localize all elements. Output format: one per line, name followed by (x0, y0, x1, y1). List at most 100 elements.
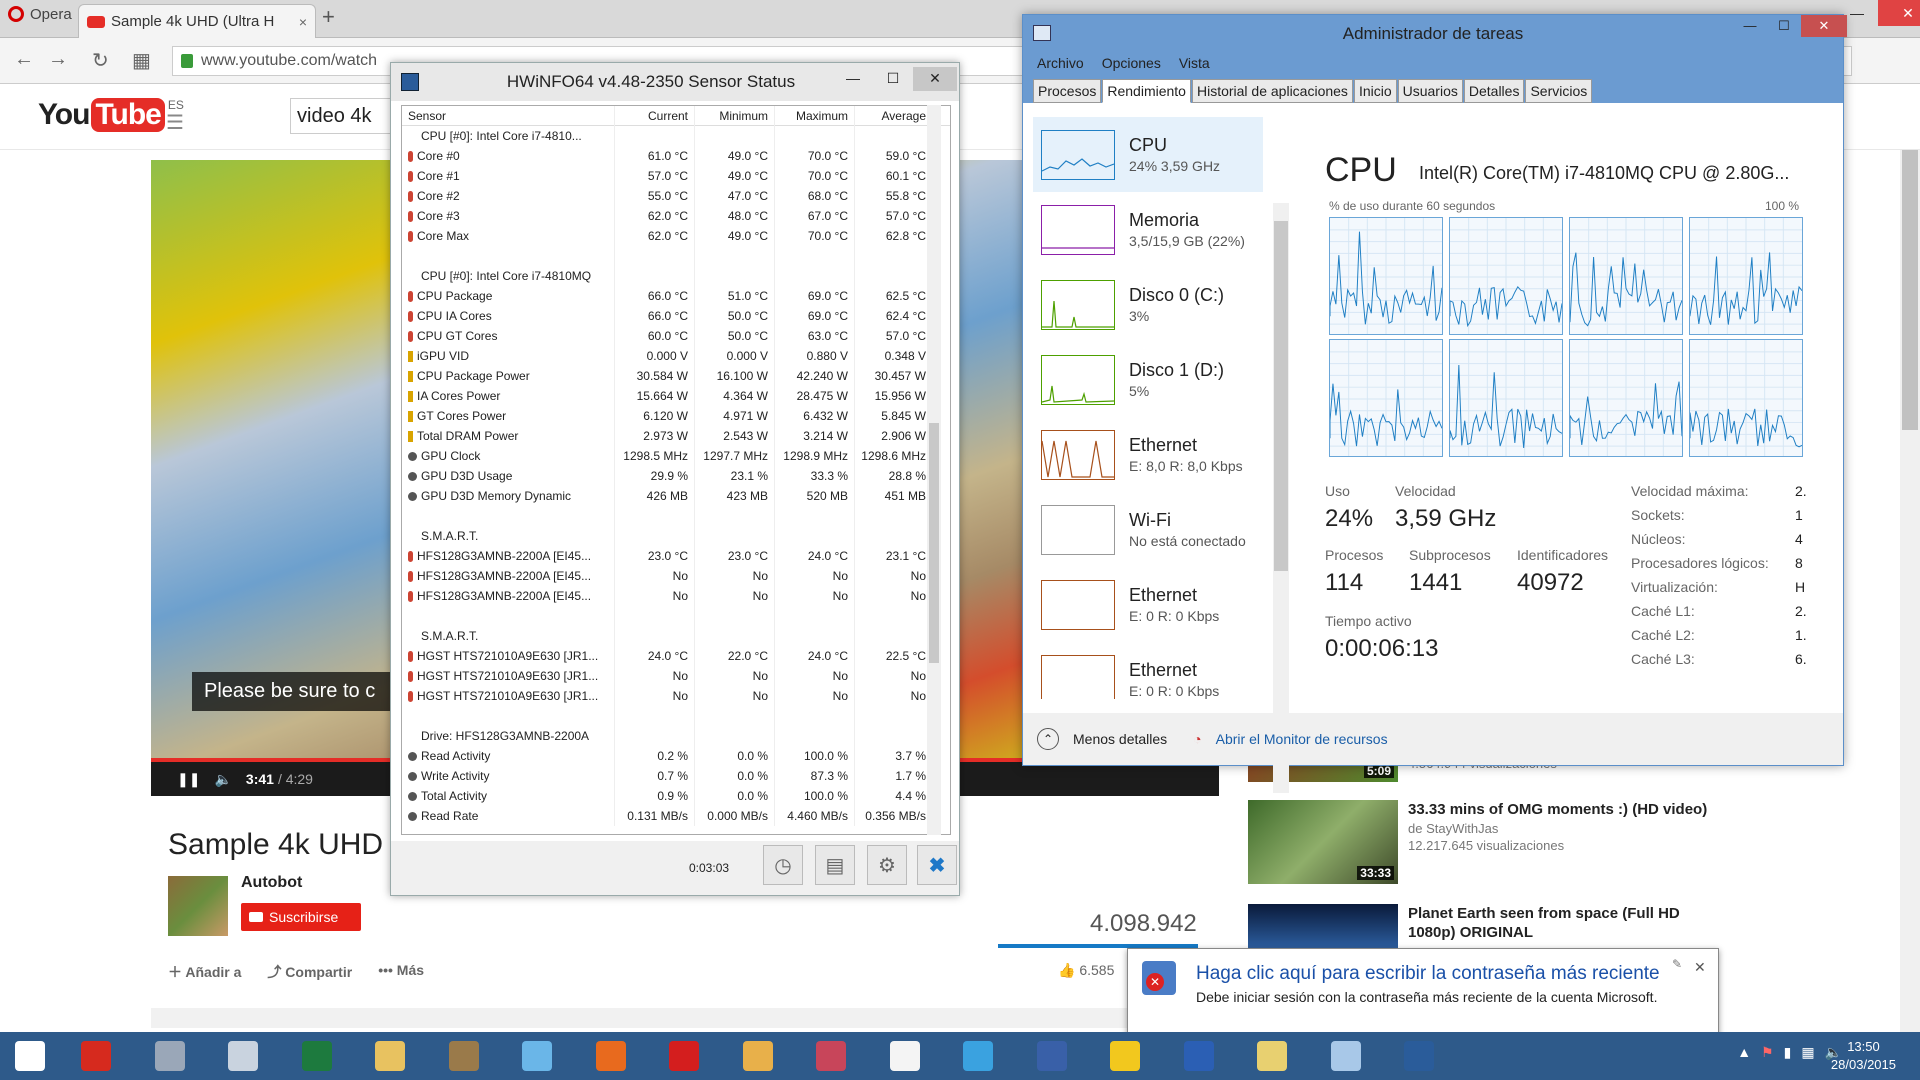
settings-icon[interactable]: ⚙ (867, 845, 907, 885)
taskbar-app-elephant-button[interactable] (144, 1036, 196, 1076)
task-manager-titlebar[interactable]: Administrador de tareas — ☐ ✕ (1023, 15, 1847, 51)
chevron-up-icon[interactable]: ⌃ (1037, 728, 1059, 750)
sensor-row[interactable]: Core #1 57.0 °C 49.0 °C 70.0 °C 60.1 °C (402, 166, 950, 186)
resource-item[interactable]: Ethernet E: 8,0 R: 8,0 Kbps (1033, 417, 1263, 492)
forward-arrow-icon[interactable]: → (48, 48, 68, 71)
hwinfo-titlebar[interactable]: HWiNFO64 v4.48-2350 Sensor Status — ☐ ✕ (391, 63, 959, 101)
taskbar-excel-button[interactable] (291, 1036, 343, 1076)
sensor-row[interactable]: iGPU VID 0.000 V 0.000 V 0.880 V 0.348 V (402, 346, 950, 366)
battery-icon[interactable]: ▮ (1784, 1044, 1792, 1061)
sensor-row[interactable]: HGST HTS721010A9E630 [JR1... No No No No (402, 666, 950, 686)
tab-close-icon[interactable]: × (299, 14, 307, 30)
sensor-row[interactable]: Core #3 62.0 °C 48.0 °C 67.0 °C 57.0 °C (402, 206, 950, 226)
tab-procesos[interactable]: Procesos (1033, 79, 1102, 103)
password-notification[interactable]: ✕ Haga clic aquí para escribir la contra… (1127, 948, 1719, 1038)
subscribe-button[interactable]: Suscribirse (241, 903, 361, 931)
resource-item[interactable]: Wi-Fi No está conectado (1033, 492, 1263, 567)
maximize-icon[interactable]: ☐ (1767, 15, 1801, 37)
tab-historial[interactable]: Historial de aplicaciones (1191, 79, 1353, 103)
taskbar-acrobat-button[interactable] (70, 1036, 122, 1076)
minimize-icon[interactable]: — (1733, 15, 1767, 37)
tab-rendimiento[interactable]: Rendimiento (1102, 79, 1191, 103)
resource-item[interactable]: Disco 0 (C:) 3% (1033, 267, 1263, 342)
opera-menu-button[interactable]: Opera (0, 0, 75, 28)
sensor-row[interactable]: GPU D3D Memory Dynamic 426 MB 423 MB 520 MB… (402, 486, 950, 506)
resource-item[interactable]: Ethernet E: 0 R: 0 Kbps (1033, 567, 1263, 642)
sensor-row[interactable]: Write Activity 0.7 % 0.0 % 87.3 % 1.7 % (402, 766, 950, 786)
notification-title[interactable]: Haga clic aquí para escribir la contrase… (1196, 963, 1660, 985)
show-hidden-icons-icon[interactable]: ▲ (1737, 1044, 1751, 1061)
column-average[interactable]: Average (854, 106, 932, 126)
close-sensors-icon[interactable]: ✖ (917, 845, 957, 885)
taskbar-visio-button[interactable] (1026, 1036, 1078, 1076)
action-center-icon[interactable]: ⚑ (1761, 1044, 1774, 1061)
tab-inicio[interactable]: Inicio (1353, 79, 1397, 103)
taskbar-folder-button[interactable] (1246, 1036, 1298, 1076)
sensor-row[interactable]: Core #2 55.0 °C 47.0 °C 68.0 °C 55.8 °C (402, 186, 950, 206)
sensor-row[interactable]: GT Cores Power 6.120 W 4.971 W 6.432 W 5.845… (402, 406, 950, 426)
taskbar-network-app-button[interactable] (511, 1036, 563, 1076)
reload-icon[interactable]: ↻ (92, 48, 109, 73)
close-icon[interactable]: ✕ (1878, 0, 1920, 26)
close-icon[interactable]: ✕ (913, 67, 957, 91)
new-tab-button[interactable]: + (322, 4, 335, 30)
guide-menu-icon[interactable]: ☰ (166, 110, 184, 135)
share-button[interactable]: ⤴ Compartir (267, 962, 352, 982)
taskbar-telegram-button[interactable] (952, 1036, 1004, 1076)
taskbar-word-button[interactable] (1173, 1036, 1225, 1076)
taskbar-explorer-button[interactable] (364, 1036, 416, 1076)
sensor-row[interactable]: HFS128G3AMNB-2200A [EI45... No No No No (402, 586, 950, 606)
sensor-row[interactable]: Total Activity 0.9 % 0.0 % 100.0 % 4.4 % (402, 786, 950, 806)
column-current[interactable]: Current (614, 106, 694, 126)
taskbar-hwinfo-app-button[interactable] (1393, 1036, 1445, 1076)
taskbar-firefox-button[interactable] (585, 1036, 637, 1076)
minimize-icon[interactable]: — (833, 67, 873, 91)
tab-servicios[interactable]: Servicios (1525, 79, 1593, 103)
taskbar-disc-button[interactable] (438, 1036, 490, 1076)
sensor-row[interactable]: GPU Clock 1298.5 MHz 1297.7 MHz 1298.9 MHz 1… (402, 446, 950, 466)
sensor-row[interactable]: CPU Package 66.0 °C 51.0 °C 69.0 °C 62.5 °C (402, 286, 950, 306)
sensor-row[interactable]: HGST HTS721010A9E630 [JR1... No No No No (402, 686, 950, 706)
page-scrollbar-thumb[interactable] (1902, 120, 1918, 430)
channel-name[interactable]: Autobot (241, 874, 302, 892)
resource-item[interactable]: Disco 1 (D:) 5% (1033, 342, 1263, 417)
back-arrow-icon[interactable]: ← (14, 48, 34, 71)
taskbar-paint-button[interactable] (732, 1036, 784, 1076)
sensor-row[interactable]: CPU Package Power 30.584 W 16.100 W 42.240 … (402, 366, 950, 386)
taskbar-sticky-button[interactable] (1099, 1036, 1151, 1076)
channel-avatar[interactable] (168, 876, 228, 936)
sensor-row[interactable]: CPU [#0]: Intel Core i7-4810MQ (402, 266, 950, 286)
sensor-row[interactable]: CPU [#0]: Intel Core i7-4810... (402, 126, 950, 146)
resource-item[interactable]: CPU 24% 3,59 GHz (1033, 117, 1263, 192)
sensor-row[interactable]: S.M.A.R.T. (402, 526, 950, 546)
volume-icon[interactable]: 🔈 (214, 771, 231, 788)
taskbar-taskmgr-app-button[interactable] (1320, 1036, 1372, 1076)
sensor-row[interactable]: IA Cores Power 15.664 W 4.364 W 28.475 W 15.… (402, 386, 950, 406)
taskbar-opera-button[interactable] (658, 1036, 710, 1076)
pin-icon[interactable]: ✎ (1672, 957, 1682, 971)
pause-icon[interactable]: ❚❚ (177, 771, 200, 788)
network-icon[interactable]: ▦ (1801, 1044, 1814, 1061)
resource-item[interactable]: Memoria 3,5/15,9 GB (22%) (1033, 192, 1263, 267)
clock[interactable]: 13:50 28/03/2015 (1831, 1038, 1896, 1074)
sensor-row[interactable]: HFS128G3AMNB-2200A [EI45... 23.0 °C 23.0 °… (402, 546, 950, 566)
sensor-row[interactable]: HFS128G3AMNB-2200A [EI45... No No No No (402, 566, 950, 586)
sensor-row[interactable]: Core #0 61.0 °C 49.0 °C 70.0 °C 59.0 °C (402, 146, 950, 166)
menu-vista[interactable]: Vista (1179, 55, 1210, 71)
sensor-row[interactable]: Read Rate 0.131 MB/s 0.000 MB/s 4.460 MB/s 0… (402, 806, 950, 826)
more-button[interactable]: ••• Más (378, 962, 424, 982)
sensor-scrollbar-thumb[interactable] (929, 423, 939, 663)
column-minimum[interactable]: Minimum (694, 106, 774, 126)
logging-icon[interactable]: ▤ (815, 845, 855, 885)
sensor-row[interactable]: Read Activity 0.2 % 0.0 % 100.0 % 3.7 % (402, 746, 950, 766)
sensor-row[interactable]: HGST HTS721010A9E630 [JR1... 24.0 °C 22.0 … (402, 646, 950, 666)
taskbar-calculator-button[interactable] (217, 1036, 269, 1076)
like-button[interactable]: 👍 6.585 (1058, 962, 1114, 979)
sensor-row[interactable]: S.M.A.R.T. (402, 626, 950, 646)
open-resource-monitor-link[interactable]: Abrir el Monitor de recursos (1216, 731, 1388, 747)
sensor-row[interactable]: Core Max 62.0 °C 49.0 °C 70.0 °C 62.8 °C (402, 226, 950, 246)
add-to-button[interactable]: ＋ Añadir a (168, 962, 241, 982)
less-details-link[interactable]: Menos detalles (1073, 731, 1167, 747)
clock-icon[interactable]: ◷ (763, 845, 803, 885)
resource-list-scrollbar-thumb[interactable] (1274, 221, 1288, 571)
